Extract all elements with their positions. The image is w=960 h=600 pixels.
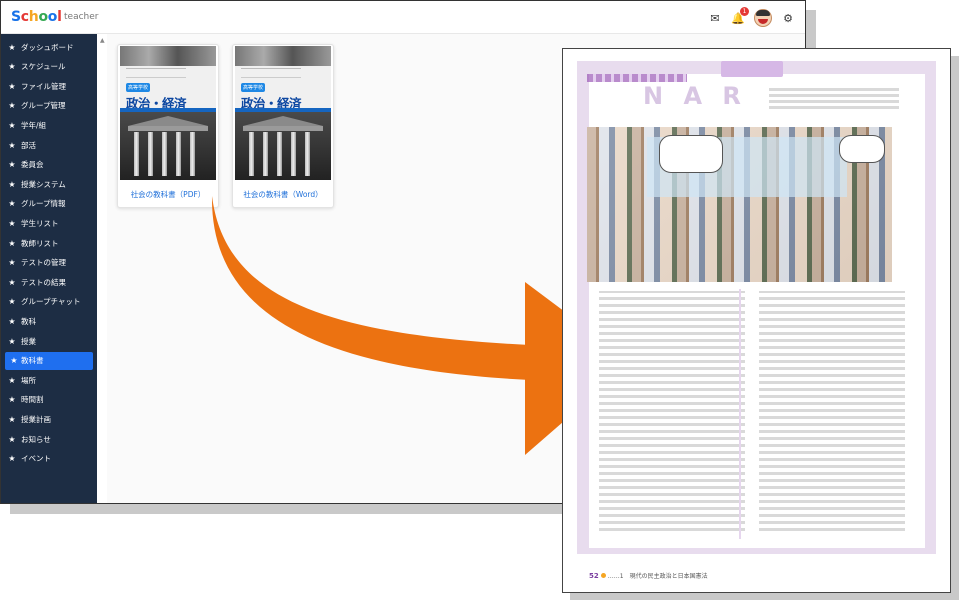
page-column-left — [599, 291, 745, 531]
page-illustration — [587, 127, 892, 282]
page-heading-tab — [721, 61, 783, 77]
arrow-shaft — [211, 196, 530, 380]
page-column-right — [759, 291, 905, 531]
page-footer: 52 ……1 現代の民主政治と日本国憲法 — [589, 571, 708, 580]
textbook-page-preview: N A R 52 ……1 現代の民主政治と日本国憲法 — [562, 48, 951, 593]
column-divider — [739, 289, 741, 539]
page-subtitle — [769, 85, 899, 109]
speech-bubble — [659, 135, 723, 173]
page-number: 52 — [589, 572, 599, 580]
page-title: N A R — [643, 82, 747, 110]
footer-text: ……1 現代の民主政治と日本国憲法 — [607, 573, 708, 580]
page-kicker — [587, 74, 687, 82]
footer-dot — [600, 573, 606, 578]
speech-bubble — [839, 135, 885, 163]
